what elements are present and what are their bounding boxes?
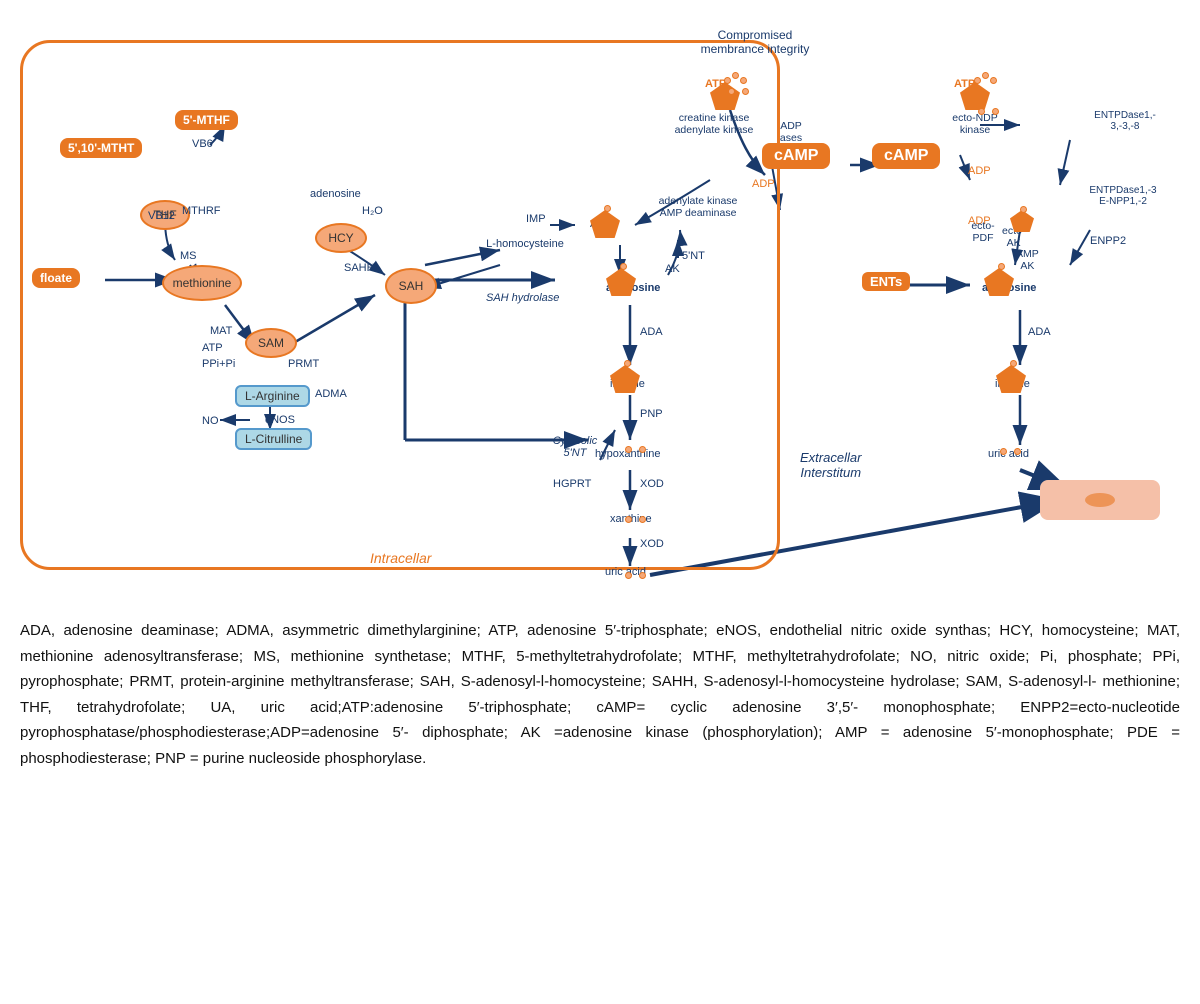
cytosolic-5nt-label: Cytosolic5'NT — [540, 435, 610, 459]
h2o-label: H₂O — [362, 205, 383, 217]
sam-oval: SAM — [245, 328, 297, 358]
pink-inner-oval — [1085, 493, 1115, 507]
mthrf-label: MTHRF — [182, 205, 221, 217]
ak-label: AK — [665, 263, 680, 275]
vb12-label: VB12 — [148, 210, 175, 222]
creatine-kinase-label: creatine kinaseadenylate kinase — [654, 112, 774, 136]
adp-extracell-right-label: ADP — [968, 165, 991, 177]
floate-box: floate — [32, 268, 80, 288]
adenosine-intracell-label: adenosine — [310, 188, 361, 200]
mtht-box: 5',10'-MTHT — [60, 138, 142, 158]
no-label: NO — [202, 415, 219, 427]
ecto-ndp-kinase-label: ecto-NDPkinase — [940, 112, 1010, 136]
intracellular-label: Intracellar — [370, 550, 431, 566]
l-homocysteine-label: L-homocysteine — [480, 238, 570, 250]
prmt-label: PRMT — [288, 358, 319, 370]
l-arginine-box: L-Arginine — [235, 385, 310, 407]
mthf-box: 5'-MTHF — [175, 110, 238, 130]
entpdase1-3-label: ENTPDase1,-3E-NPP1,-2 — [1068, 185, 1178, 207]
enpp2-label: ENPP2 — [1090, 235, 1126, 247]
xod1-label: XOD — [640, 478, 664, 490]
pink-rect — [1040, 480, 1160, 520]
methionine-oval: methionine — [162, 265, 242, 301]
camp2-box: cAMP — [872, 143, 940, 169]
legend-area: ADA, adenosine deaminase; ADMA, asymmetr… — [10, 618, 1190, 771]
amp-ak-extracell-label: AMPAK — [1016, 248, 1039, 272]
adma-label: ADMA — [315, 388, 347, 400]
diagram-area: Intracellar ExtracellarInterstitum Compr… — [10, 10, 1190, 600]
xod2-label: XOD — [640, 538, 664, 550]
ms-label: MS — [180, 250, 197, 262]
sah-oval: SAH — [385, 268, 437, 304]
adenylate-kinase-amp-deaminase-label: adenylate kinaseAMP deaminase — [638, 195, 758, 219]
ada-central-label: ADA — [640, 326, 663, 338]
camp1-pentagon — [728, 82, 749, 100]
uric-acid-right-dots — [1000, 442, 1021, 460]
main-container: Intracellar ExtracellarInterstitum Compr… — [10, 10, 1190, 771]
vb6-label: VB6 — [192, 138, 213, 150]
mat-label: MAT — [210, 325, 232, 337]
legend-text: ADA, adenosine deaminase; ADMA, asymmetr… — [20, 618, 1180, 771]
xanthine-dots — [625, 510, 646, 528]
pnp-label: PNP — [640, 408, 663, 420]
adp-intracell-label: ADP — [752, 178, 775, 190]
uric-acid-central-dots — [625, 566, 646, 584]
ents-box: ENTs — [862, 272, 910, 291]
extracellular-label: ExtracellarInterstitum — [800, 450, 861, 480]
camp2-circles — [978, 102, 999, 120]
ecto-pdf-label: ecto-PDF — [958, 220, 1008, 244]
l-citrulline-box: L-Citrulline — [235, 428, 312, 450]
atp-intracell-label: ATP — [202, 342, 223, 354]
adp-ases-label: ADPases — [766, 120, 816, 144]
camp1-box: cAMP — [762, 143, 830, 169]
fiveprime-nt-label: 5'NT — [682, 250, 705, 262]
hypoxanthine-dots — [625, 440, 646, 458]
sahh-label: SAHH — [344, 262, 375, 274]
enos-label: eNOS — [265, 414, 295, 426]
imp-label: IMP — [526, 213, 546, 225]
sah-hydrolase-label: SAH hydrolase — [486, 292, 559, 304]
hcy-oval: HCY — [315, 223, 367, 253]
ada-right-label: ADA — [1028, 326, 1051, 338]
membrane-label: Compromised membrance integrity — [690, 28, 820, 56]
hgprt-label: HGPRT — [553, 478, 591, 490]
entpdase1-38-label: ENTPDase1,-3,-3,-8 — [1070, 110, 1180, 132]
ppipilabel: PPi+Pi — [202, 358, 235, 370]
